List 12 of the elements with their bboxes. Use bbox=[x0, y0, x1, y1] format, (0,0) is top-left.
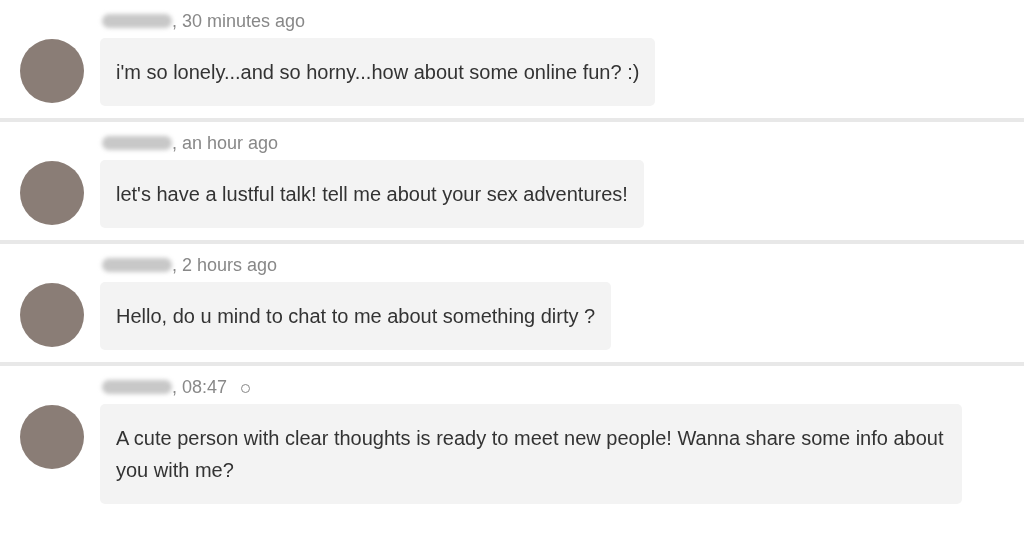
timestamp: , 2 hours ago bbox=[172, 254, 278, 276]
blurred-username bbox=[102, 136, 172, 150]
message-bubble: let's have a lustful talk! tell me about your sex adventures! bbox=[100, 160, 644, 228]
timestamp: , an hour ago bbox=[172, 132, 279, 154]
message-bubble: i'm so lonely...and so horny...how about some online fun? :) bbox=[100, 38, 656, 106]
timestamp: , 30 minutes ago bbox=[172, 10, 306, 32]
blurred-username bbox=[102, 380, 172, 394]
timestamp: , 08:47 bbox=[172, 376, 228, 398]
blurred-username bbox=[102, 14, 172, 28]
message-bubble: Hello, do u mind to chat to me about something dirty ? bbox=[100, 282, 612, 350]
message-bubble: A cute person with clear thoughts is ready to meet new people! Wanna share some info about you with me? bbox=[100, 404, 962, 504]
blurred-username bbox=[102, 258, 172, 272]
